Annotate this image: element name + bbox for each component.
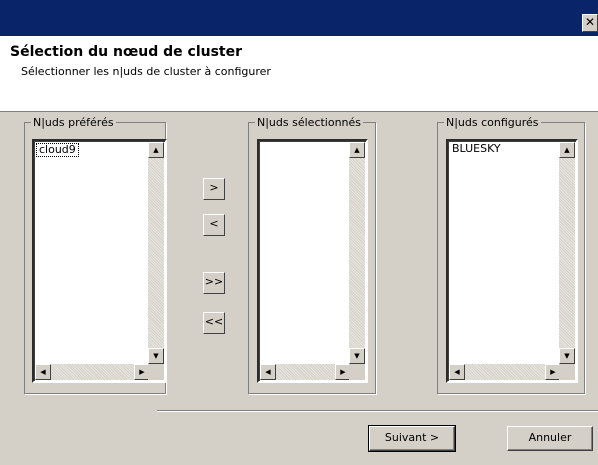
- close-button[interactable]: ✕: [582, 14, 598, 32]
- page-title: Sélection du nœud de cluster: [10, 44, 243, 60]
- footer-separator: [157, 410, 598, 412]
- wizard-header: Sélection du nœud de cluster Sélectionne…: [0, 36, 598, 112]
- arrow-down-icon: ▼: [153, 352, 159, 360]
- scroll-up-button[interactable]: ▲: [349, 142, 365, 158]
- scroll-up-button[interactable]: ▲: [559, 142, 575, 158]
- arrow-right-icon: ▶: [139, 368, 145, 376]
- arrow-right-icon: ▶: [340, 368, 346, 376]
- arrow-left-icon: ◀: [40, 368, 46, 376]
- arrow-down-icon: ▼: [564, 352, 570, 360]
- remove-button[interactable]: <: [203, 214, 225, 236]
- list-item[interactable]: cloud9: [36, 143, 79, 157]
- arrow-up-icon: ▲: [153, 146, 159, 154]
- cancel-button[interactable]: Annuler: [507, 426, 593, 451]
- arrow-left-icon: ◀: [454, 368, 460, 376]
- dialog-window: ✕ Sélection du nœud de cluster Sélection…: [0, 0, 598, 465]
- selected-nodes-label: N|uds sélectionnés: [257, 116, 362, 129]
- title-bar: ✕: [0, 0, 598, 36]
- next-button[interactable]: Suivant >: [368, 425, 456, 452]
- list-item[interactable]: BLUESKY: [450, 143, 503, 155]
- scroll-left-button[interactable]: ◀: [35, 364, 51, 380]
- scrollbar-corner: [349, 364, 365, 380]
- preferred-horizontal-scrollbar[interactable]: ◀ ▶: [35, 364, 150, 380]
- configured-nodes-list[interactable]: BLUESKY ▲ ▼ ◀ ▶: [446, 139, 578, 383]
- scroll-down-button[interactable]: ▼: [559, 348, 575, 364]
- arrow-up-icon: ▲: [564, 146, 570, 154]
- add-button[interactable]: >: [203, 178, 225, 200]
- page-subtitle: Sélectionner les n|uds de cluster à conf…: [21, 65, 271, 78]
- arrow-up-icon: ▲: [354, 146, 360, 154]
- arrow-right-icon: ▶: [550, 368, 556, 376]
- arrow-down-icon: ▼: [354, 352, 360, 360]
- scroll-down-button[interactable]: ▼: [148, 348, 164, 364]
- selected-horizontal-scrollbar[interactable]: ◀ ▶: [260, 364, 351, 380]
- scroll-down-button[interactable]: ▼: [349, 348, 365, 364]
- preferred-vertical-scrollbar[interactable]: ▲ ▼: [148, 142, 164, 364]
- scroll-up-button[interactable]: ▲: [148, 142, 164, 158]
- configured-vertical-scrollbar[interactable]: ▲ ▼: [559, 142, 575, 364]
- scroll-left-button[interactable]: ◀: [260, 364, 276, 380]
- arrow-left-icon: ◀: [265, 368, 271, 376]
- configured-horizontal-scrollbar[interactable]: ◀ ▶: [449, 364, 561, 380]
- scroll-left-button[interactable]: ◀: [449, 364, 465, 380]
- close-icon: ✕: [584, 15, 596, 29]
- preferred-nodes-label: N|uds préférés: [33, 116, 114, 129]
- configured-nodes-label: N|uds configurés: [446, 116, 539, 129]
- selected-vertical-scrollbar[interactable]: ▲ ▼: [349, 142, 365, 364]
- preferred-nodes-list[interactable]: cloud9 ▲ ▼ ◀ ▶: [32, 139, 167, 383]
- add-all-button[interactable]: >>: [203, 272, 225, 294]
- selected-nodes-list[interactable]: ▲ ▼ ◀ ▶: [257, 139, 368, 383]
- scrollbar-corner: [559, 364, 575, 380]
- remove-all-button[interactable]: <<: [203, 312, 225, 334]
- scrollbar-corner: [148, 364, 164, 380]
